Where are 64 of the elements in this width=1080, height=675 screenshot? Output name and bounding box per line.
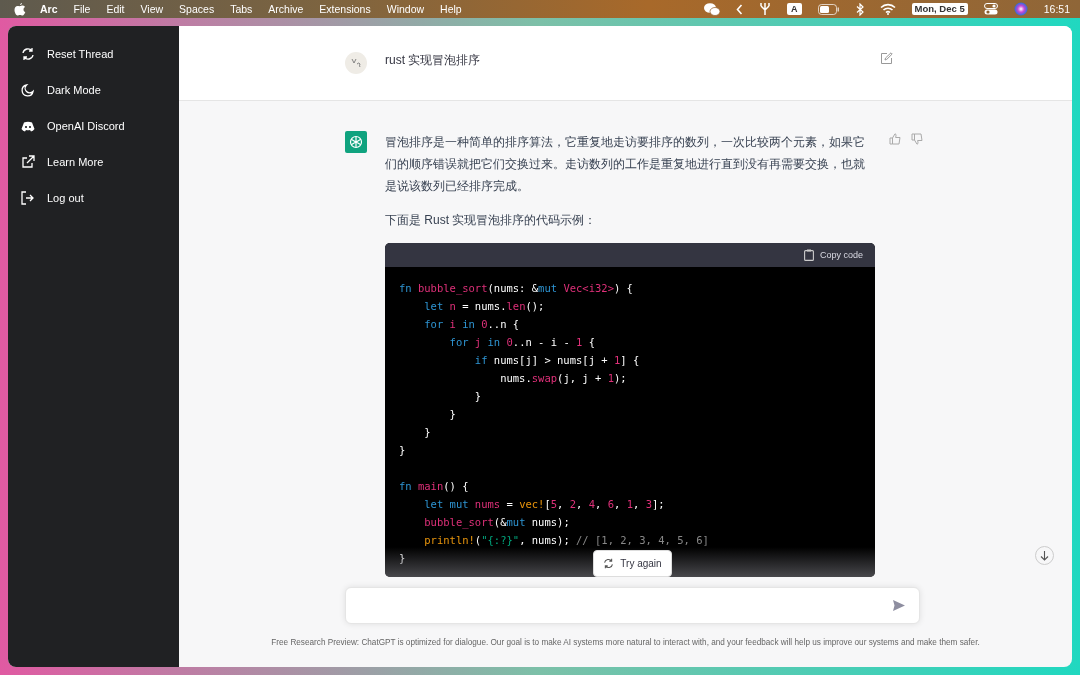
battery-icon[interactable] xyxy=(817,3,840,15)
clipboard-icon xyxy=(803,249,814,261)
send-icon[interactable] xyxy=(892,600,905,611)
refresh-icon xyxy=(603,558,615,569)
user-avatar xyxy=(345,52,367,74)
external-link-icon xyxy=(21,155,35,169)
chat-bubbles-icon[interactable] xyxy=(704,2,721,16)
code-line: println!("{:?}", nums); // [1, 2, 3, 4, 5, 6] xyxy=(423,533,709,548)
sidebar-item[interactable]: Learn More xyxy=(16,144,171,180)
wifi-icon[interactable] xyxy=(879,3,896,15)
apple-icon[interactable] xyxy=(14,2,26,16)
siri-icon[interactable] xyxy=(1013,2,1028,16)
bluetooth-icon[interactable] xyxy=(855,2,864,16)
code-line: nums.swap(j, j + 1); xyxy=(499,371,627,386)
code-line: let mut nums = vec![5, 2, 4, 6, 1, 3]; xyxy=(423,497,665,512)
sidebar-item[interactable]: Reset Thread xyxy=(16,36,171,72)
code-line: } xyxy=(399,551,406,566)
menu-item[interactable]: Edit xyxy=(106,3,125,15)
thumbs-down-icon[interactable] xyxy=(911,133,923,145)
code-line: } xyxy=(423,425,431,440)
code-line: bubble_sort(&mut nums); xyxy=(423,515,570,531)
code-line: for i in 0..n { xyxy=(423,317,520,332)
sidebar-item[interactable]: OpenAI Discord xyxy=(16,108,171,144)
date-label[interactable]: Mon, Dec 5 xyxy=(911,3,968,15)
copy-code-button[interactable]: Copy code xyxy=(803,249,863,261)
menu-item[interactable]: Spaces xyxy=(179,3,215,15)
input-source-indicator[interactable]: A xyxy=(787,3,802,15)
code-line: fn bubble_sort(nums: &mut Vec<i32>) { xyxy=(399,281,633,297)
menu-item[interactable]: Archive xyxy=(268,3,304,15)
thumbs-up-icon[interactable] xyxy=(889,133,901,145)
edit-icon[interactable] xyxy=(880,52,893,65)
code-line: let n = nums.len(); xyxy=(423,299,545,314)
moon-icon xyxy=(21,83,35,97)
message-input[interactable] xyxy=(344,587,920,624)
disclaimer-text: Free Research Preview: ChatGPT is optimized for dialogue. Our goal is to make AI systems more natural to interact with, and your feedback will help us improve our systems and make them safer. xyxy=(271,638,980,647)
code-line: } xyxy=(448,407,456,422)
toggles-icon[interactable] xyxy=(983,3,998,15)
logout-icon xyxy=(21,191,35,205)
menu-item[interactable]: View xyxy=(140,3,164,15)
menu-item[interactable]: Help xyxy=(440,3,462,15)
code-line: for j in 0..n - i - 1 { xyxy=(448,335,595,350)
code-line: } xyxy=(473,389,482,404)
sidebar-item[interactable]: Log out xyxy=(16,180,171,216)
code-line: fn main() { xyxy=(399,479,469,494)
menu-item[interactable]: Window xyxy=(386,3,425,15)
answer-paragraph: 下面是 Rust 实现冒泡排序的代码示例： xyxy=(385,212,598,229)
assistant-logo-icon xyxy=(345,131,367,153)
user-message: rust 实现冒泡排序 xyxy=(385,52,482,69)
code-line: } xyxy=(399,443,406,458)
code-line: if nums[j] > nums[j + 1] { xyxy=(473,353,640,368)
arrow-down-icon xyxy=(1040,550,1049,561)
sidebar-item[interactable]: Dark Mode xyxy=(16,72,171,108)
refresh-icon xyxy=(21,47,35,61)
gamepad-icon xyxy=(21,120,35,132)
try-again-button[interactable]: Try again xyxy=(593,550,672,577)
chevron-left-icon[interactable] xyxy=(736,3,744,15)
menu-item[interactable]: File xyxy=(73,3,91,15)
menu-item[interactable]: Extensions xyxy=(319,3,371,15)
menu-item[interactable]: Tabs xyxy=(230,3,253,15)
fork-icon[interactable] xyxy=(759,2,772,16)
answer-paragraph: 冒泡排序是一种简单的排序算法，它重复地走访要排序的数列，一次比较两个元素，如果它们的顺序错误就把它们交换过来。走访数列的工作是重复地进行直到没有再需要交换，也就是说该数列已经排序完成。 xyxy=(385,134,866,195)
menu-app-name[interactable]: Arc xyxy=(40,3,58,15)
scroll-down-button[interactable] xyxy=(1035,546,1054,565)
clock-time[interactable]: 16:51 xyxy=(1043,3,1070,15)
